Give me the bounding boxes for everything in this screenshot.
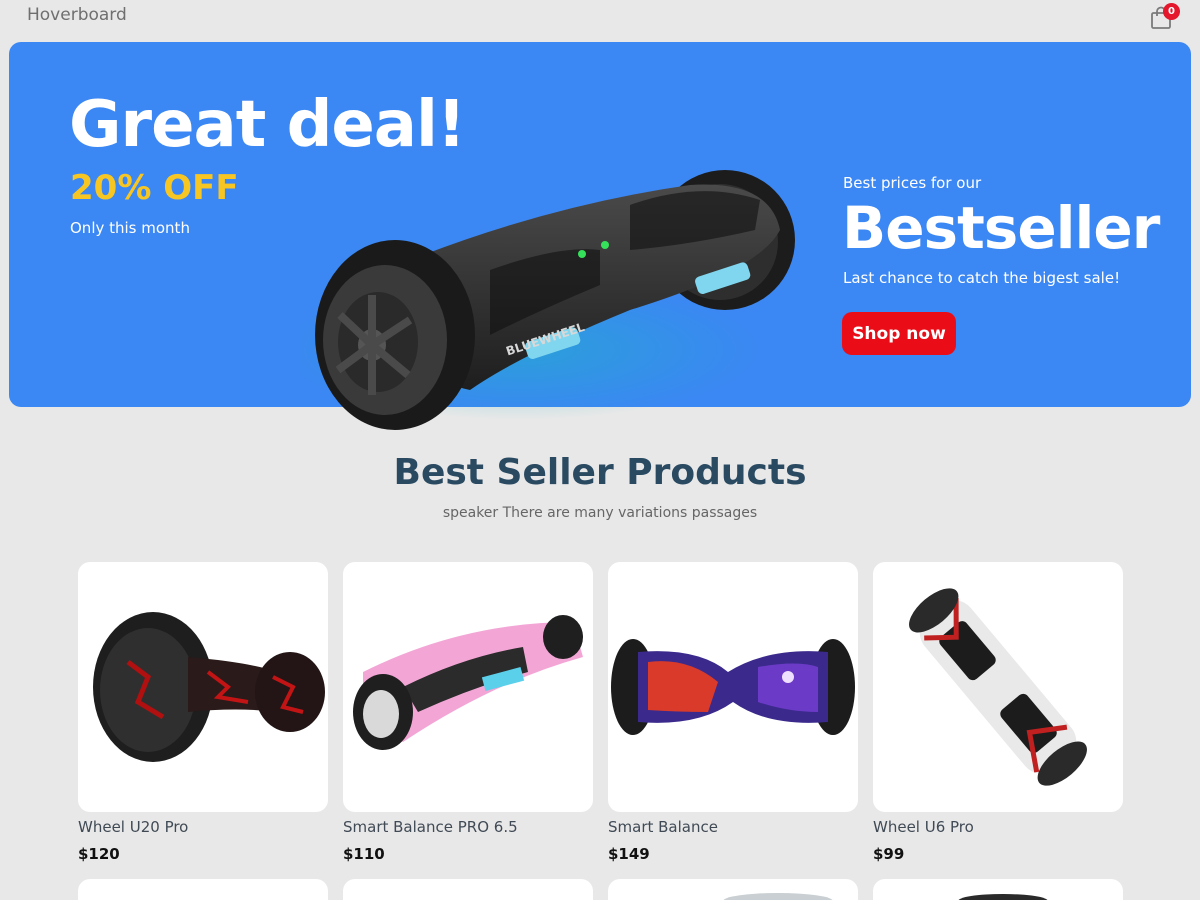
hero-tagline: Last chance to catch the bigest sale! (843, 269, 1121, 287)
product-image (93, 612, 325, 762)
shop-now-button[interactable]: Shop now (842, 312, 956, 355)
hero-hoverboard-image: BLUEWHEEL (300, 170, 795, 430)
product-name[interactable]: Smart Balance PRO 6.5 (343, 818, 518, 836)
product-image (611, 639, 855, 735)
product-image (723, 893, 833, 900)
section-title: Best Seller Products (393, 452, 807, 493)
hero-discount: 20% OFF (70, 168, 239, 208)
product-price: $110 (343, 845, 385, 863)
product-image (909, 588, 1087, 786)
cart-count-badge: 0 (1163, 3, 1180, 20)
product-card[interactable] (343, 879, 593, 900)
product-name[interactable]: Wheel U6 Pro (873, 818, 974, 836)
product-card[interactable] (608, 562, 858, 812)
product-name[interactable]: Smart Balance (608, 818, 718, 836)
product-price: $120 (78, 845, 120, 863)
brand-logo[interactable]: Hoverboard (27, 5, 127, 25)
product-card[interactable] (78, 562, 328, 812)
product-name[interactable]: Wheel U20 Pro (78, 818, 188, 836)
product-image (958, 894, 1048, 900)
product-price: $149 (608, 845, 650, 863)
hero-headline: Bestseller (842, 194, 1160, 262)
product-card[interactable] (873, 562, 1123, 812)
hero-subtitle: Only this month (70, 219, 190, 237)
product-image (353, 615, 583, 750)
section-subtitle: speaker There are many variations passag… (442, 505, 758, 521)
top-bar: Hoverboard 0 (0, 0, 1200, 40)
hero-kicker: Best prices for our (843, 174, 982, 192)
product-card[interactable] (608, 879, 858, 900)
product-card[interactable] (873, 879, 1123, 900)
product-card[interactable] (343, 562, 593, 812)
product-price: $99 (873, 845, 905, 863)
product-card[interactable] (78, 879, 328, 900)
